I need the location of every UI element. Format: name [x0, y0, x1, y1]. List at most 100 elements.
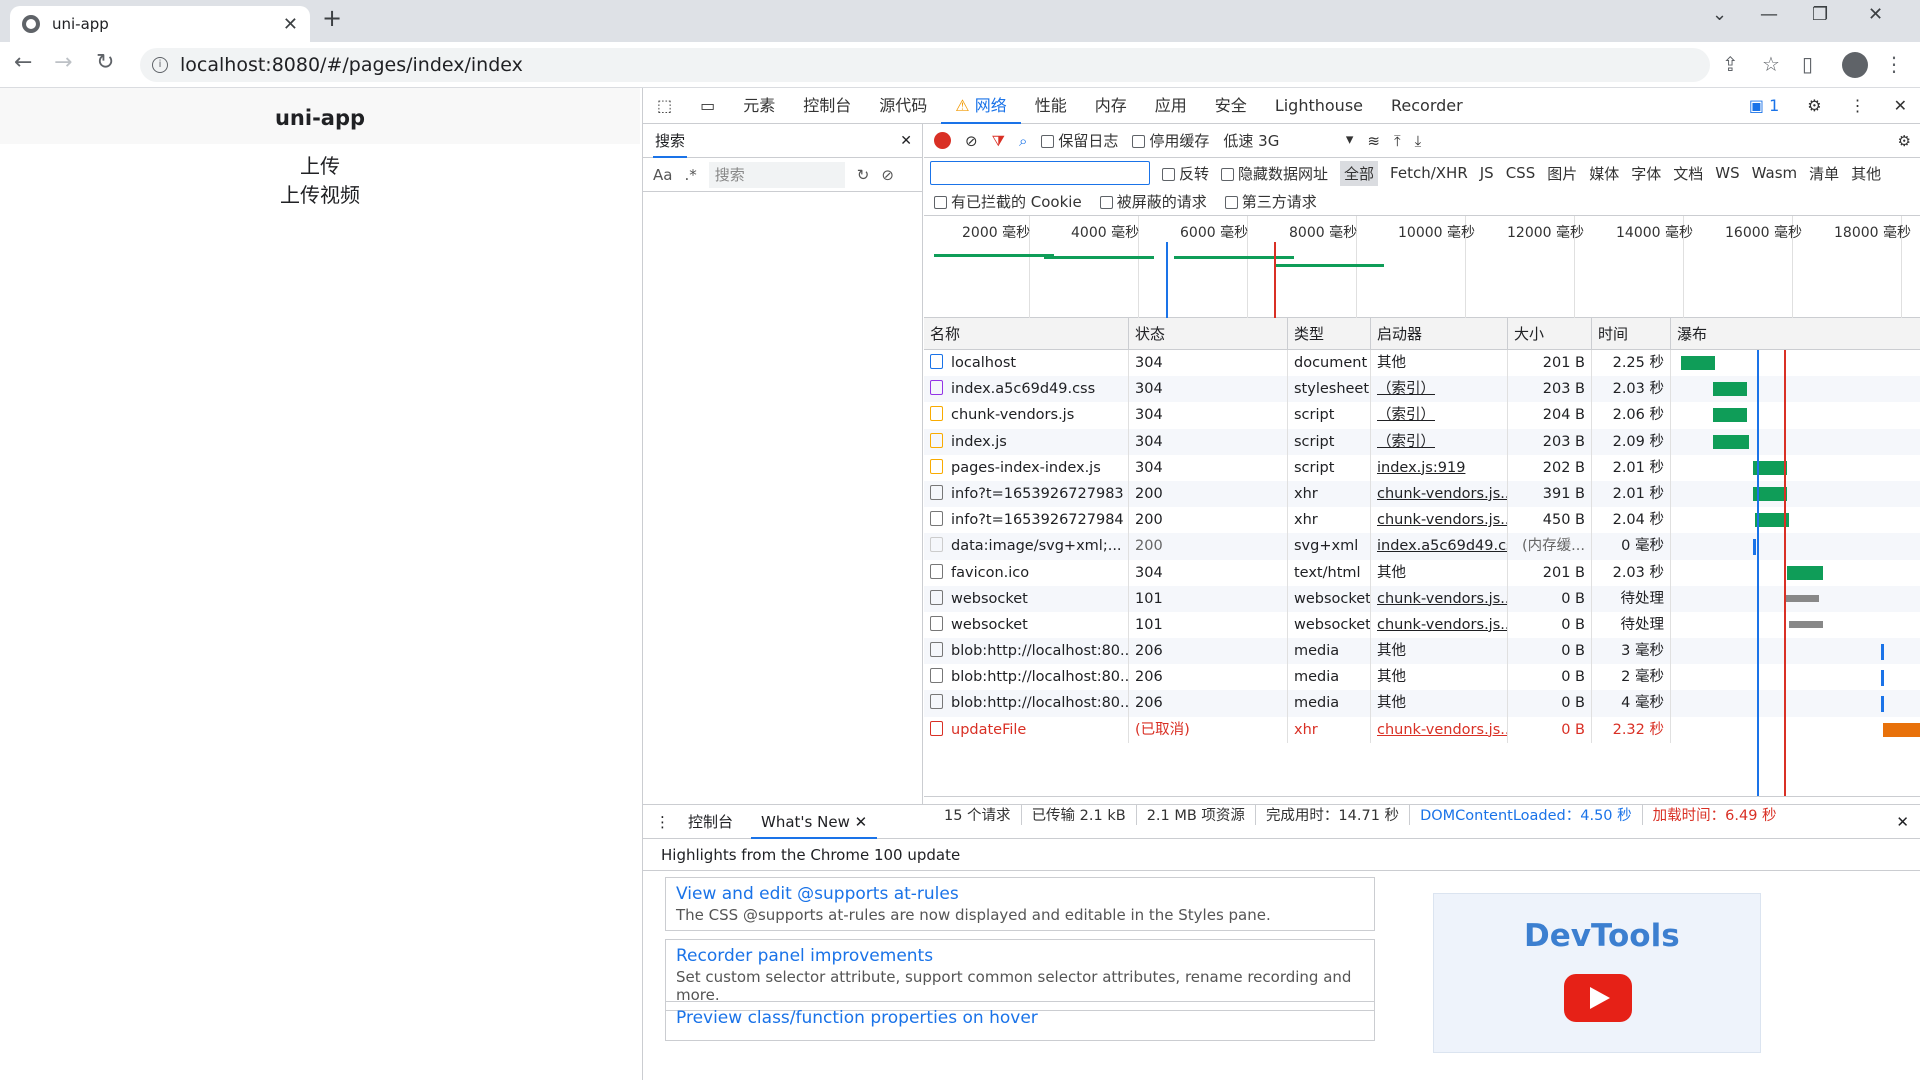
side-panel-icon[interactable]: ▯ — [1802, 52, 1813, 76]
close-search-icon[interactable]: ✕ — [900, 133, 912, 149]
refresh-icon[interactable]: ↻ — [857, 166, 870, 184]
cell-initiator[interactable]: （索引） — [1371, 402, 1508, 429]
filter-font[interactable]: 字体 — [1631, 163, 1661, 184]
record-icon[interactable] — [934, 132, 951, 149]
filter-icon[interactable]: ⧩ — [992, 132, 1005, 150]
table-row[interactable]: index.js 304 script （索引） 203 B 2.09 秒 — [924, 428, 1920, 455]
video-thumbnail[interactable]: DevTools — [1433, 893, 1761, 1053]
menu-icon[interactable]: ⋮ — [1884, 52, 1904, 76]
table-row[interactable]: blob:http://localhost:80... 206 media 其他 0 B… — [924, 690, 1920, 717]
preserve-log-checkbox[interactable]: 保留日志 — [1041, 130, 1118, 151]
reload-icon[interactable]: ↻ — [96, 50, 114, 75]
cell-initiator[interactable]: chunk-vendors.js... — [1371, 507, 1508, 534]
match-case-button[interactable]: Aa — [653, 166, 672, 184]
tab-security[interactable]: 安全 — [1201, 88, 1261, 124]
feature-card[interactable]: View and edit @supports at-rules The CSS… — [665, 877, 1375, 931]
info-icon[interactable]: i — [152, 57, 168, 73]
table-row[interactable]: websocket 101 websocket chunk-vendors.js...… — [924, 611, 1920, 639]
table-row[interactable]: updateFile (已取消) xhr chunk-vendors.js... 0 B… — [924, 716, 1920, 743]
blocked-cookies-checkbox[interactable]: 有已拦截的 Cookie — [934, 191, 1082, 212]
close-devtools-icon[interactable]: ✕ — [1880, 88, 1920, 124]
table-row[interactable]: chunk-vendors.js 304 script （索引） 204 B 2.06 秒 — [924, 402, 1920, 429]
column-header[interactable]: 名称 — [924, 318, 1129, 350]
share-icon[interactable]: ⇪ — [1722, 52, 1739, 76]
column-header[interactable]: 瀑布 — [1671, 318, 1920, 350]
tab-performance[interactable]: 性能 — [1021, 88, 1081, 124]
hide-data-urls-checkbox[interactable]: 隐藏数据网址 — [1221, 163, 1328, 184]
feature-title[interactable]: Preview class/function properties on hov… — [676, 1008, 1364, 1028]
search-icon[interactable]: ⌕ — [1019, 132, 1027, 150]
issues-badge[interactable]: ▣ 1 — [1735, 88, 1793, 124]
table-row[interactable]: info?t=1653926727984 200 xhr chunk-vendors.… — [924, 507, 1920, 534]
import-icon[interactable]: ⤒ — [1394, 132, 1401, 150]
filter-doc[interactable]: 文档 — [1673, 163, 1703, 184]
invert-checkbox[interactable]: 反转 — [1162, 163, 1209, 184]
table-row[interactable]: info?t=1653926727983 200 xhr chunk-vendors.… — [924, 480, 1920, 508]
tab-application[interactable]: 应用 — [1141, 88, 1201, 124]
drawer-tab-whats-new[interactable]: What's New ✕ — [751, 805, 878, 839]
tab-search-icon[interactable]: ⌄ — [1712, 4, 1727, 25]
cell-initiator[interactable]: index.a5c69d49.css — [1371, 533, 1508, 560]
network-conditions-icon[interactable]: ≋ — [1367, 132, 1380, 150]
table-row[interactable]: data:image/svg+xml;... 200 svg+xml index.a5… — [924, 533, 1920, 560]
settings-gear-icon[interactable]: ⚙ — [1793, 88, 1835, 124]
device-toggle-icon[interactable]: ▭ — [686, 88, 729, 124]
throttle-select[interactable]: 低速 3G ▾ — [1223, 130, 1353, 151]
filter-manifest[interactable]: 清单 — [1809, 163, 1839, 184]
feature-card[interactable]: Preview class/function properties on hov… — [665, 1001, 1375, 1041]
column-header[interactable]: 状态 — [1129, 318, 1288, 350]
omnibox[interactable]: i localhost:8080/#/pages/index/index — [140, 48, 1710, 82]
minimize-icon[interactable]: — — [1760, 4, 1778, 25]
network-overview[interactable]: 2000 毫秒 4000 毫秒 6000 毫秒 8000 毫秒 10000 毫秒 1200… — [924, 216, 1920, 318]
search-tab[interactable]: 搜索 — [653, 124, 688, 158]
inspect-icon[interactable]: ⬚ — [643, 88, 686, 124]
drawer-menu-icon[interactable]: ⋮ — [655, 813, 670, 831]
feature-title[interactable]: Recorder panel improvements — [676, 946, 1364, 966]
cell-initiator[interactable]: 其他 — [1371, 559, 1508, 586]
cell-initiator[interactable]: （索引） — [1371, 376, 1508, 403]
table-row[interactable]: index.a5c69d49.css 304 stylesheet （索引） 203 B… — [924, 376, 1920, 403]
tab-sources[interactable]: 源代码 — [865, 88, 941, 124]
forward-icon[interactable]: → — [54, 50, 72, 75]
cell-initiator[interactable]: chunk-vendors.js... — [1371, 716, 1508, 743]
close-window-icon[interactable]: ✕ — [1868, 4, 1883, 25]
close-tab-icon[interactable]: ✕ — [283, 14, 298, 35]
table-row[interactable]: blob:http://localhost:80... 206 media 其他 0 B… — [924, 638, 1920, 665]
filter-all[interactable]: 全部 — [1340, 160, 1379, 186]
tab-lighthouse[interactable]: Lighthouse — [1261, 88, 1377, 124]
new-tab-icon[interactable]: + — [322, 4, 342, 32]
filter-wasm[interactable]: Wasm — [1752, 164, 1798, 182]
tab-recorder[interactable]: Recorder — [1377, 88, 1477, 124]
filter-img[interactable]: 图片 — [1547, 163, 1577, 184]
cell-initiator[interactable]: index.js:919 — [1371, 454, 1508, 481]
restore-icon[interactable]: ❐ — [1812, 4, 1828, 25]
column-header[interactable]: 启动器 — [1371, 318, 1508, 350]
cell-initiator[interactable]: （索引） — [1371, 428, 1508, 455]
upload-text[interactable]: 上传 — [0, 150, 640, 179]
cell-initiator[interactable]: 其他 — [1371, 664, 1508, 691]
regex-button[interactable]: .* — [684, 166, 696, 184]
cell-initiator[interactable]: 其他 — [1371, 638, 1508, 665]
youtube-play-icon[interactable] — [1564, 974, 1632, 1022]
close-drawer-icon[interactable]: ✕ — [1896, 813, 1909, 831]
disable-cache-checkbox[interactable]: 停用缓存 — [1132, 130, 1209, 151]
drawer-tab-console[interactable]: 控制台 — [688, 811, 733, 832]
network-settings-icon[interactable]: ⚙ — [1898, 132, 1911, 150]
upload-video-text[interactable]: 上传视频 — [0, 179, 640, 208]
filter-input[interactable] — [930, 161, 1150, 185]
close-tab-icon[interactable]: ✕ — [855, 813, 868, 831]
more-icon[interactable]: ⋮ — [1836, 88, 1880, 124]
profile-avatar[interactable] — [1842, 52, 1868, 78]
filter-other[interactable]: 其他 — [1851, 163, 1881, 184]
column-header[interactable]: 类型 — [1288, 318, 1371, 350]
filter-css[interactable]: CSS — [1506, 164, 1536, 182]
third-party-checkbox[interactable]: 第三方请求 — [1224, 191, 1317, 212]
feature-title[interactable]: View and edit @supports at-rules — [676, 884, 1364, 904]
tab-elements[interactable]: 元素 — [729, 88, 789, 124]
table-row[interactable]: websocket 101 websocket chunk-vendors.js...… — [924, 585, 1920, 612]
clear-icon[interactable]: ⊘ — [881, 166, 894, 184]
filter-fetch-xhr[interactable]: Fetch/XHR — [1390, 164, 1468, 182]
back-icon[interactable]: ← — [14, 50, 32, 75]
cell-initiator[interactable]: 其他 — [1371, 690, 1508, 717]
export-icon[interactable]: ⤓ — [1415, 132, 1422, 150]
